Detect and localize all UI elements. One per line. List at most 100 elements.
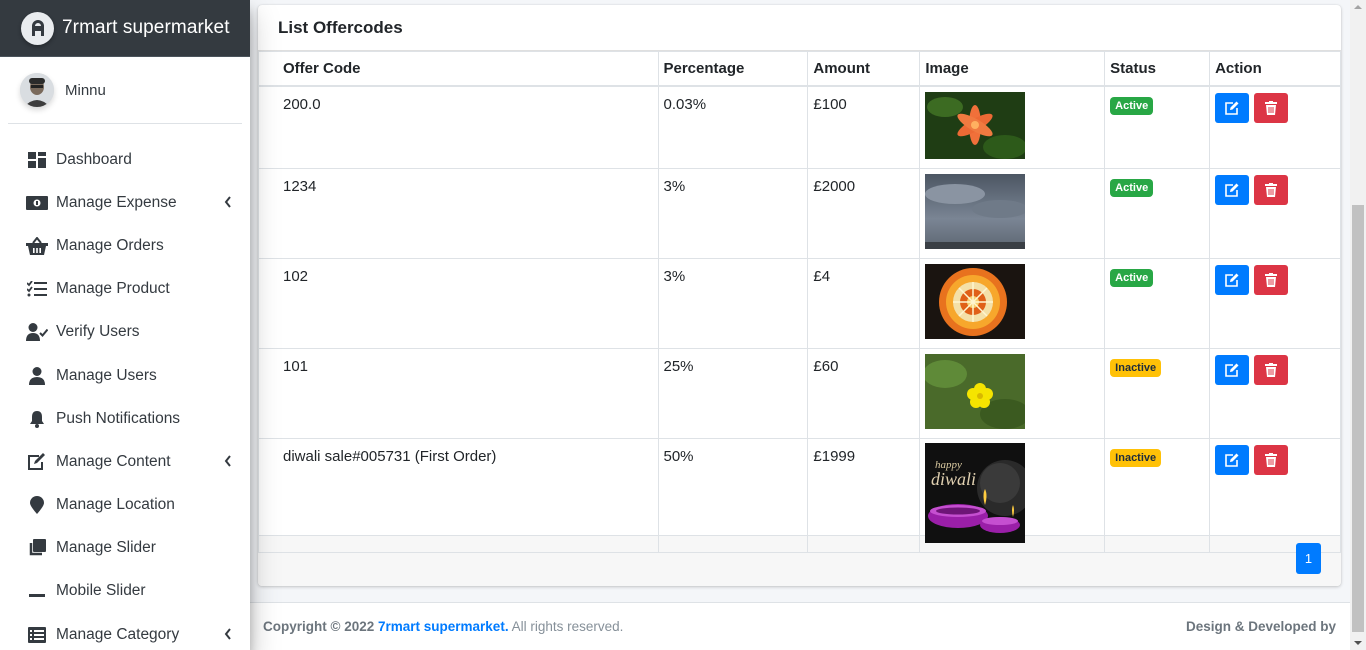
map-marker-icon [26, 494, 48, 516]
percentage-cell: 50% [657, 437, 809, 553]
sidebar-item-manage-location[interactable]: Manage Location [0, 484, 250, 527]
sidebar-item-label: Manage Expense [56, 193, 177, 211]
sidebar-item-verify-users[interactable]: Verify Users [0, 311, 250, 354]
edit-icon [1225, 273, 1239, 287]
sidebar-item-manage-product[interactable]: Manage Product [0, 268, 250, 311]
sidebar-item-manage-expense[interactable]: Manage Expense [0, 181, 250, 224]
edit-icon [1225, 453, 1239, 467]
sidebar-item-label: Manage Product [56, 280, 170, 298]
sidebar-item-push-notifications[interactable]: Push Notifications [0, 397, 250, 440]
amount-cell: £100 [807, 85, 921, 169]
edit-button[interactable] [1215, 92, 1250, 123]
status-cell: Inactive [1104, 437, 1211, 553]
table-row: 200.0 0.03% £100 Active [258, 85, 1341, 169]
column-header-offer-code: Offer Code [258, 51, 659, 87]
sidebar-item-manage-slider[interactable]: Manage Slider [0, 527, 250, 570]
main-footer: Copyright © 2022 7rmart supermarket. All… [250, 602, 1350, 650]
delete-button[interactable] [1254, 444, 1289, 475]
edit-button[interactable] [1215, 264, 1250, 295]
sidebar-item-label: Manage Location [56, 496, 175, 514]
edit-button[interactable] [1215, 174, 1250, 205]
flower-lily-image [925, 91, 1026, 159]
company-link[interactable]: 7rmart supermarket. [378, 619, 509, 634]
minus-icon [26, 580, 48, 602]
status-badge: Inactive [1110, 448, 1162, 467]
amount-cell: £4 [807, 257, 921, 349]
status-badge: Active [1110, 96, 1154, 115]
column-header-action: Action [1209, 51, 1341, 87]
offer-code-cell: 102 [258, 257, 659, 349]
delete-button[interactable] [1254, 174, 1289, 205]
delete-button[interactable] [1254, 92, 1289, 123]
table-header-row: Offer Code Percentage Amount Image Statu… [258, 51, 1341, 87]
pagination: 1 [1296, 543, 1321, 574]
page-link-1[interactable]: 1 [1296, 543, 1321, 574]
sidebar-item-manage-content[interactable]: Manage Content [0, 440, 250, 483]
offercodes-card: List Offercodes Offer Code Percentage Am… [258, 5, 1341, 586]
chevron-left-icon [224, 627, 232, 644]
delete-button[interactable] [1254, 264, 1289, 295]
status-badge: Active [1110, 268, 1154, 287]
user-name: Minnu [65, 81, 106, 99]
action-cell [1209, 257, 1341, 349]
avatar [20, 73, 54, 107]
delete-button[interactable] [1254, 354, 1289, 385]
basket-icon [26, 235, 48, 257]
edit-button[interactable] [1215, 444, 1250, 475]
amount-cell: £2000 [807, 167, 921, 259]
main-sidebar: 7rmart supermarket Minnu Dashboard Manag [0, 0, 250, 650]
status-cell: Inactive [1104, 347, 1211, 439]
brand-link[interactable]: 7rmart supermarket [0, 0, 250, 57]
sidebar-item-label: Dashboard [56, 150, 132, 168]
user-icon [26, 365, 48, 387]
status-cell: Active [1104, 257, 1211, 349]
edit-button[interactable] [1215, 354, 1250, 385]
list-icon [26, 624, 48, 646]
percentage-cell: 0.03% [657, 85, 809, 169]
status-cell: Active [1104, 85, 1211, 169]
offer-code-cell: 101 [258, 347, 659, 439]
chevron-left-icon [224, 454, 232, 471]
percentage-cell: 3% [657, 257, 809, 349]
image-cell [919, 347, 1106, 439]
amount-cell: £60 [807, 347, 921, 439]
dashboard-icon [26, 149, 48, 171]
content-wrapper: List Offercodes Offer Code Percentage Am… [250, 0, 1350, 650]
status-cell: Active [1104, 167, 1211, 259]
sidebar-item-label: Verify Users [56, 323, 140, 341]
action-cell [1209, 347, 1341, 439]
sidebar-item-label: Manage Slider [56, 539, 156, 557]
table-row: 101 25% £60 Inactive [258, 347, 1341, 439]
user-panel[interactable]: Minnu [8, 57, 242, 124]
tasks-icon [26, 278, 48, 300]
user-check-icon [26, 321, 48, 343]
sidebar-item-manage-category[interactable]: Manage Category [0, 613, 250, 650]
trash-icon [1265, 272, 1278, 287]
diwali-lamps-image: happy diwali [925, 442, 1026, 543]
status-badge: Inactive [1110, 358, 1162, 377]
edit-icon [1225, 101, 1239, 115]
column-header-status: Status [1104, 51, 1211, 87]
trash-icon [1265, 182, 1278, 197]
sidebar-item-mobile-slider[interactable]: Mobile Slider [0, 570, 250, 613]
sidebar-item-manage-users[interactable]: Manage Users [0, 354, 250, 397]
table-row: 1234 3% £2000 Active [258, 167, 1341, 259]
action-cell [1209, 437, 1341, 553]
image-cell [919, 257, 1106, 349]
scroll-down-arrow-icon[interactable] [1354, 641, 1362, 645]
sidebar-item-manage-orders[interactable]: Manage Orders [0, 224, 250, 267]
brand-name: 7rmart supermarket [62, 17, 230, 38]
image-cell [919, 167, 1106, 259]
scroll-up-arrow-icon[interactable] [1354, 5, 1362, 9]
offer-code-cell: 200.0 [258, 85, 659, 169]
brand-logo-icon [21, 11, 54, 45]
page-scrollbar[interactable] [1350, 0, 1366, 650]
trash-icon [1265, 362, 1278, 377]
scrollbar-thumb[interactable] [1352, 205, 1364, 632]
svg-text:diwali: diwali [931, 469, 976, 489]
sidebar-item-label: Manage Category [56, 625, 180, 643]
sidebar-item-dashboard[interactable]: Dashboard [0, 138, 250, 181]
clone-icon [26, 537, 48, 559]
edit-icon [1225, 363, 1239, 377]
card-title: List Offercodes [278, 17, 403, 37]
